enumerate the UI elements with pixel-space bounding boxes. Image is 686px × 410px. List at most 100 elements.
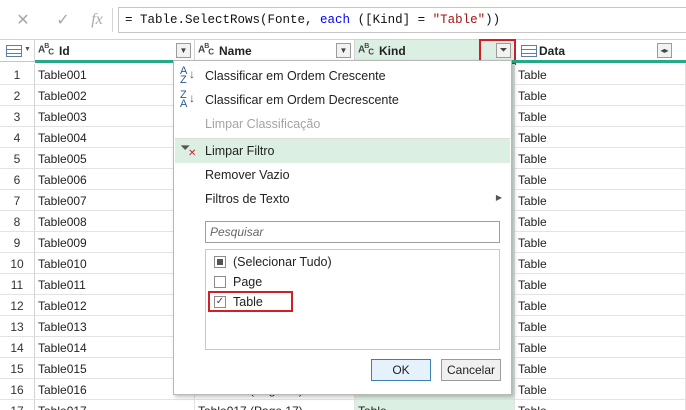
chevron-down-icon: ▼ — [24, 46, 31, 53]
cell-id[interactable]: Table002 — [35, 85, 195, 106]
cell-id[interactable]: Table013 — [35, 316, 195, 337]
row-number[interactable]: 11 — [0, 274, 35, 295]
checklist-label: (Selecionar Tudo) — [233, 255, 332, 269]
cell-id[interactable]: Table004 — [35, 127, 195, 148]
filter-dropdown-button[interactable]: ▼ — [336, 43, 351, 58]
unchecked-checkbox[interactable] — [214, 276, 226, 288]
cell-data[interactable]: Table — [515, 295, 686, 316]
row-number[interactable]: 16 — [0, 379, 35, 400]
table-icon — [6, 45, 22, 57]
formula-string: "Table" — [432, 13, 486, 27]
cell-id[interactable]: Table009 — [35, 232, 195, 253]
check-icon[interactable]: ✓ — [52, 9, 74, 31]
row-number[interactable]: 9 — [0, 232, 35, 253]
cell-id[interactable]: Table001 — [35, 64, 195, 85]
row-number[interactable]: 15 — [0, 358, 35, 379]
column-name: Name — [219, 44, 252, 58]
indeterminate-checkbox[interactable] — [214, 256, 226, 268]
row-number[interactable]: 7 — [0, 190, 35, 211]
formula-keyword: each — [320, 13, 351, 27]
row-number[interactable]: 4 — [0, 127, 35, 148]
cancel-button[interactable]: Cancelar — [441, 359, 501, 381]
cell-data[interactable]: Table — [515, 148, 686, 169]
cell-id[interactable]: Table012 — [35, 295, 195, 316]
sort-descending-item[interactable]: Z A ↓ Classificar em Ordem Decrescente — [175, 88, 510, 112]
expand-column-icon[interactable]: ◂▸ — [657, 43, 672, 58]
cell-id[interactable]: Table008 — [35, 211, 195, 232]
cell-data[interactable]: Table — [515, 190, 686, 211]
row-number[interactable]: 5 — [0, 148, 35, 169]
formula-separator — [112, 8, 113, 32]
cell-data[interactable]: Table — [515, 85, 686, 106]
cell-data[interactable]: Table — [515, 106, 686, 127]
row-number[interactable]: 10 — [0, 253, 35, 274]
cell-id[interactable]: Table006 — [35, 169, 195, 190]
cell-data[interactable]: Table — [515, 253, 686, 274]
clear-filter-item[interactable]: ⏷ ✕ Limpar Filtro — [175, 139, 510, 163]
cell-data[interactable]: Table — [515, 379, 686, 400]
cell-id[interactable]: Table011 — [35, 274, 195, 295]
cell-data[interactable]: Table — [515, 169, 686, 190]
fx-icon[interactable]: fx — [86, 9, 108, 31]
menu-label: Remover Vazio — [205, 168, 290, 182]
column-name: Data — [539, 44, 566, 58]
filter-dropdown-button[interactable]: ▼ — [176, 43, 191, 58]
formula-bar: ✕ ✓ fx = Table.SelectRows(Fonte, each ([… — [0, 0, 686, 40]
cell-data[interactable]: Table — [515, 358, 686, 379]
column-name: Kind — [379, 44, 406, 58]
x-icon[interactable]: ✕ — [12, 9, 34, 31]
row-number[interactable]: 17 — [0, 400, 35, 410]
formula-text: ([Kind] = — [350, 13, 433, 27]
cell-id[interactable]: Table010 — [35, 253, 195, 274]
row-number[interactable]: 6 — [0, 169, 35, 190]
filter-menu: A Z ↓ Classificar em Ordem Crescente Z A ↓ C… — [173, 60, 512, 395]
row-number[interactable]: 14 — [0, 337, 35, 358]
cell-data[interactable]: Table — [515, 337, 686, 358]
cell-id[interactable]: Table016 — [35, 379, 195, 400]
column-name: Id — [59, 44, 70, 58]
cell-data[interactable]: Table — [515, 127, 686, 148]
cell-data[interactable]: Table — [515, 316, 686, 337]
sort-ascending-item[interactable]: A Z ↓ Classificar em Ordem Crescente — [175, 64, 510, 88]
cell-id[interactable]: Table007 — [35, 190, 195, 211]
cell-data[interactable]: Table — [515, 64, 686, 85]
cell-id[interactable]: Table014 — [35, 337, 195, 358]
table-menu-button[interactable]: ▼ — [0, 40, 35, 62]
menu-label: Filtros de Texto — [205, 192, 290, 206]
row-number[interactable]: 13 — [0, 316, 35, 337]
checklist-label: Page — [233, 275, 263, 289]
cell-data[interactable]: Table — [515, 400, 686, 410]
row-number[interactable]: 2 — [0, 85, 35, 106]
column-header-data[interactable]: Data ◂▸ — [515, 40, 686, 62]
remove-empty-item[interactable]: Remover Vazio — [175, 163, 510, 187]
quality-bar — [515, 60, 686, 63]
cell-name[interactable]: Table017 (Page 17) — [195, 400, 355, 410]
cell-data[interactable]: Table — [515, 211, 686, 232]
power-query-editor: ✕ ✓ fx = Table.SelectRows(Fonte, each ([… — [0, 0, 686, 410]
row-number[interactable]: 12 — [0, 295, 35, 316]
cell-data[interactable]: Table — [515, 274, 686, 295]
row-number[interactable]: 3 — [0, 106, 35, 127]
cell-id[interactable]: Table005 — [35, 148, 195, 169]
cell-id[interactable]: Table017 — [35, 400, 195, 410]
text-type-icon: ABC — [198, 43, 214, 57]
cell-id[interactable]: Table003 — [35, 106, 195, 127]
ok-button[interactable]: OK — [371, 359, 431, 381]
column-header-id[interactable]: ABC Id ▼ — [35, 40, 195, 62]
formula-text: )) — [485, 13, 501, 27]
clear-sort-item[interactable]: Limpar Classificação — [175, 112, 510, 136]
chevron-right-icon: ▶ — [495, 193, 502, 202]
cell-id[interactable]: Table015 — [35, 358, 195, 379]
column-header-name[interactable]: ABC Name ▼ — [195, 40, 355, 62]
text-filters-item[interactable]: Filtros de Texto ▶ — [175, 187, 510, 211]
clear-filter-icon: ⏷ ✕ — [180, 140, 197, 159]
cell-kind[interactable]: Table — [355, 400, 515, 410]
row-number[interactable]: 8 — [0, 211, 35, 232]
cell-data[interactable]: Table — [515, 232, 686, 253]
row-number[interactable]: 1 — [0, 64, 35, 85]
text-type-icon: ABC — [358, 43, 374, 57]
search-input[interactable]: Pesquisar — [205, 221, 500, 243]
text-type-icon: ABC — [38, 43, 54, 57]
formula-input[interactable]: = Table.SelectRows(Fonte, each ([Kind] =… — [118, 7, 686, 33]
sort-ascending-icon: A Z ↓ — [180, 65, 195, 86]
